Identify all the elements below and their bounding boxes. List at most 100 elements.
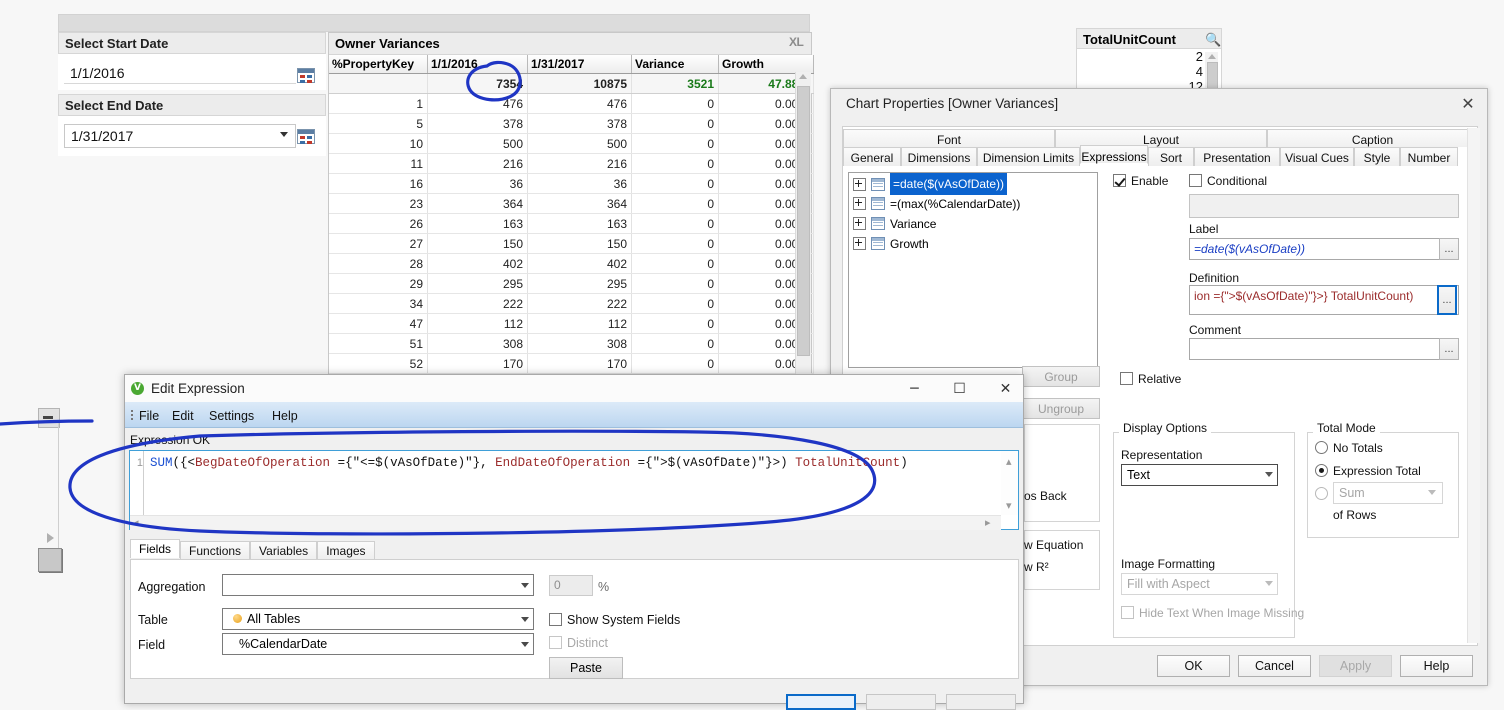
radio-aggregation[interactable]	[1315, 487, 1328, 500]
conditional-input[interactable]	[1189, 194, 1459, 218]
expand-plus-icon[interactable]	[853, 177, 866, 191]
list-item[interactable]: =date($(vAsOfDate))	[849, 173, 1097, 195]
field-select[interactable]: %CalendarDate	[222, 633, 534, 655]
table-cell[interactable]: 308	[527, 333, 632, 354]
table-cell[interactable]: 170	[427, 353, 528, 374]
comment-browse-button[interactable]: ...	[1439, 338, 1459, 360]
table-cell[interactable]: 402	[527, 253, 632, 274]
tab-general[interactable]: General	[843, 147, 901, 166]
table-cell[interactable]: 112	[527, 313, 632, 334]
table-cell[interactable]: 364	[527, 193, 632, 214]
tab-presentation[interactable]: Presentation	[1194, 147, 1280, 166]
total-cell[interactable]: 3521	[631, 73, 719, 94]
table-cell[interactable]: 0	[631, 93, 719, 114]
table-cell[interactable]: 0	[631, 333, 719, 354]
radio-no-totals[interactable]	[1315, 441, 1328, 454]
column-header-start[interactable]: 1/1/2016	[427, 55, 528, 74]
calendar-icon[interactable]	[297, 129, 315, 144]
table-cell[interactable]: 295	[427, 273, 528, 294]
conditional-checkbox[interactable]	[1189, 174, 1202, 187]
ok-button[interactable]: OK	[1157, 655, 1230, 677]
chevron-down-icon[interactable]	[521, 642, 529, 647]
cancel-button[interactable]: Cancel	[1238, 655, 1311, 677]
panel-collapse-handle-top[interactable]	[38, 408, 60, 428]
expression-code-text[interactable]: SUM({<BegDateOfOperation ={"<=$(vAsOfDat…	[150, 456, 990, 470]
table-cell[interactable]: 1	[329, 93, 428, 114]
tab-sort[interactable]: Sort	[1148, 147, 1194, 166]
table-cell[interactable]: 0	[631, 293, 719, 314]
table-cell[interactable]: 150	[527, 233, 632, 254]
table-cell[interactable]: 27	[329, 233, 428, 254]
calendar-icon[interactable]	[297, 68, 315, 83]
definition-input[interactable]: ion ={">$(vAsOfDate)"}>} TotalUnitCount)	[1189, 285, 1459, 315]
tab-expressions[interactable]: Expressions	[1080, 145, 1148, 164]
table-cell[interactable]: 0	[631, 173, 719, 194]
table-row[interactable]: 29 295 295 0 0.00%	[329, 273, 814, 294]
table-cell[interactable]: 222	[527, 293, 632, 314]
label-field-input[interactable]: =date($(vAsOfDate))	[1189, 238, 1459, 260]
total-cell[interactable]: 7354	[427, 73, 528, 94]
table-cell[interactable]: 10	[329, 133, 428, 154]
hide-text-checkbox[interactable]	[1121, 606, 1134, 619]
tab-number[interactable]: Number	[1400, 147, 1458, 166]
table-cell[interactable]: 11	[329, 153, 428, 174]
table-cell[interactable]: 36	[527, 173, 632, 194]
paste-button[interactable]: Paste	[549, 657, 623, 679]
representation-select[interactable]: Text	[1121, 464, 1278, 486]
label-field-browse-button[interactable]: ...	[1439, 238, 1459, 260]
tab-dimensions[interactable]: Dimensions	[901, 147, 977, 166]
column-header-end[interactable]: 1/31/2017	[527, 55, 632, 74]
chevron-down-icon[interactable]	[521, 617, 529, 622]
table-cell[interactable]: 476	[527, 93, 632, 114]
expand-plus-icon[interactable]	[853, 197, 866, 211]
total-cell[interactable]: 10875	[527, 73, 632, 94]
maximize-icon[interactable]: ☐	[943, 377, 976, 401]
table-cell[interactable]: 0	[631, 213, 719, 234]
table-cell[interactable]: 402	[427, 253, 528, 274]
tab-variables[interactable]: Variables	[250, 541, 318, 560]
table-row[interactable]: 51 308 308 0 0.00%	[329, 333, 814, 354]
menu-edit[interactable]: Edit	[172, 409, 194, 423]
table-cell[interactable]: 0	[631, 353, 719, 374]
scroll-right-arrow-icon[interactable]: ▸	[985, 516, 991, 529]
expression-help-button[interactable]	[946, 694, 1016, 710]
relative-checkbox[interactable]	[1120, 372, 1133, 385]
menu-settings[interactable]: Settings	[209, 409, 254, 423]
definition-browse-button[interactable]: ...	[1437, 285, 1457, 315]
close-icon[interactable]: ✕	[989, 377, 1022, 401]
scroll-up-arrow-icon[interactable]	[1208, 54, 1216, 59]
chevron-down-icon[interactable]	[1428, 490, 1436, 495]
table-cell[interactable]: 0	[631, 193, 719, 214]
tab-visual-cues[interactable]: Visual Cues	[1280, 147, 1354, 166]
expression-label[interactable]: =(max(%CalendarDate))	[890, 194, 1020, 214]
table-row[interactable]: 11 216 216 0 0.00%	[329, 153, 814, 174]
comment-input[interactable]	[1189, 338, 1459, 360]
show-system-fields-checkbox[interactable]	[549, 613, 562, 626]
table-cell[interactable]: 5	[329, 113, 428, 134]
tab-functions[interactable]: Functions	[180, 541, 251, 560]
table-cell[interactable]: 170	[527, 353, 632, 374]
start-date-input[interactable]: 1/1/2016	[64, 62, 296, 84]
table-cell[interactable]: 0	[631, 233, 719, 254]
table-row[interactable]: 47 112 112 0 0.00%	[329, 313, 814, 334]
table-cell[interactable]: 0	[631, 113, 719, 134]
list-item[interactable]: 2	[1077, 49, 1221, 64]
table-row[interactable]: 26 163 163 0 0.00%	[329, 213, 814, 234]
expression-label[interactable]: Growth	[890, 234, 929, 254]
chevron-down-icon[interactable]	[280, 132, 288, 137]
table-cell[interactable]: 47	[329, 313, 428, 334]
table-row[interactable]: 16 36 36 0 0.00%	[329, 173, 814, 194]
tab-dimension-limits[interactable]: Dimension Limits	[977, 147, 1080, 166]
table-cell[interactable]: 295	[527, 273, 632, 294]
expression-list[interactable]: =date($(vAsOfDate)) =(max(%CalendarDate)…	[848, 172, 1098, 368]
table-cell[interactable]: 476	[427, 93, 528, 114]
list-item[interactable]: Variance	[849, 213, 1097, 233]
table-cell[interactable]: 16	[329, 173, 428, 194]
table-cell[interactable]: 28	[329, 253, 428, 274]
tab-font[interactable]: Font	[843, 129, 1055, 147]
percent-input[interactable]: 0	[549, 575, 593, 596]
table-row[interactable]: 52 170 170 0 0.00%	[329, 353, 814, 374]
panel-collapse-handle-bottom[interactable]	[38, 548, 62, 572]
table-row[interactable]: 23 364 364 0 0.00%	[329, 193, 814, 214]
table-cell[interactable]: 0	[631, 273, 719, 294]
